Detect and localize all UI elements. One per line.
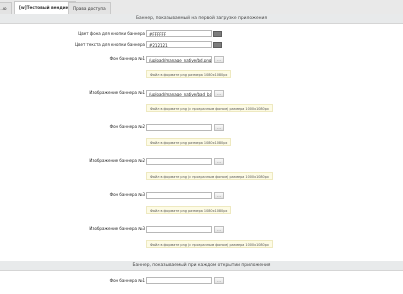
- banner3-bg-browse-button[interactable]: ...: [214, 192, 224, 199]
- banner1-bg-every-browse-button[interactable]: ...: [214, 277, 224, 284]
- banner1-img-browse-button[interactable]: ...: [214, 90, 224, 97]
- btn-bg-color-picker[interactable]: [213, 31, 222, 37]
- btn-text-color-label: Цвет текста для кнопки баннера: [75, 42, 145, 47]
- banner1-bg-browse-button[interactable]: ...: [214, 56, 224, 63]
- banner2-bg-label: Фон баннера №2: [109, 124, 145, 129]
- banner3-img-input[interactable]: [146, 226, 212, 233]
- banner3-bg-input[interactable]: [146, 192, 212, 199]
- banner3-img-label: Изображение баннера №3: [89, 226, 145, 231]
- section-first-launch-banner: Баннер, показываемый на первой загрузке …: [0, 14, 403, 24]
- btn-bg-color-input[interactable]: #FFFFFF: [146, 30, 212, 37]
- banner3-img-hint: Файл в формате png (с прозрачным фоном) …: [146, 240, 273, 248]
- banner2-img-label: Изображение баннера №2: [89, 158, 145, 163]
- banner1-bg-input[interactable]: /upload/manage_native/bd.png: [146, 56, 212, 63]
- tab-previous[interactable]: ...ю: [0, 2, 12, 14]
- tab-bar: ...ю [w]Тестовый вендинг Права доступа: [0, 0, 403, 15]
- section-every-open-banner: Баннер, показываемый при каждом открытии…: [0, 261, 403, 271]
- banner2-bg-browse-button[interactable]: ...: [214, 124, 224, 131]
- banner3-bg-hint: Файл в формате png размера 1080x1080px: [146, 206, 232, 214]
- tab-access-rights[interactable]: Права доступа: [68, 2, 111, 14]
- banner1-bg-label: Фон баннера №1: [109, 56, 145, 61]
- banner2-img-browse-button[interactable]: ...: [214, 158, 224, 165]
- btn-text-color-picker[interactable]: [213, 42, 222, 48]
- banner2-bg-hint: Файл в формате png размера 1080x1080px: [146, 138, 232, 146]
- banner1-img-hint: Файл в формате png (с прозрачным фоном) …: [146, 104, 273, 112]
- banner2-img-hint: Файл в формате png (с прозрачным фоном) …: [146, 172, 273, 180]
- banner3-img-browse-button[interactable]: ...: [214, 226, 224, 233]
- tab-test-vending[interactable]: [w]Тестовый вендинг: [14, 1, 76, 15]
- banner1-bg-every-input[interactable]: [146, 277, 212, 284]
- banner1-img-input[interactable]: /upload/manage_native/bad_banner: [146, 90, 212, 97]
- banner1-bg-hint: Файл в формате png размера 1080x1080px: [146, 70, 232, 78]
- btn-text-color-input[interactable]: #212121: [146, 41, 212, 48]
- btn-bg-color-label: Цвет фона для кнопки баннера: [78, 31, 145, 36]
- banner1-img-label: Изображение баннера №1: [89, 90, 145, 95]
- banner3-bg-label: Фон баннера №3: [109, 192, 145, 197]
- banner1-bg-every-label: Фон баннера №1: [109, 278, 145, 283]
- banner2-bg-input[interactable]: [146, 124, 212, 131]
- banner2-img-input[interactable]: [146, 158, 212, 165]
- settings-form: Баннер, показываемый на первой загрузке …: [0, 14, 403, 294]
